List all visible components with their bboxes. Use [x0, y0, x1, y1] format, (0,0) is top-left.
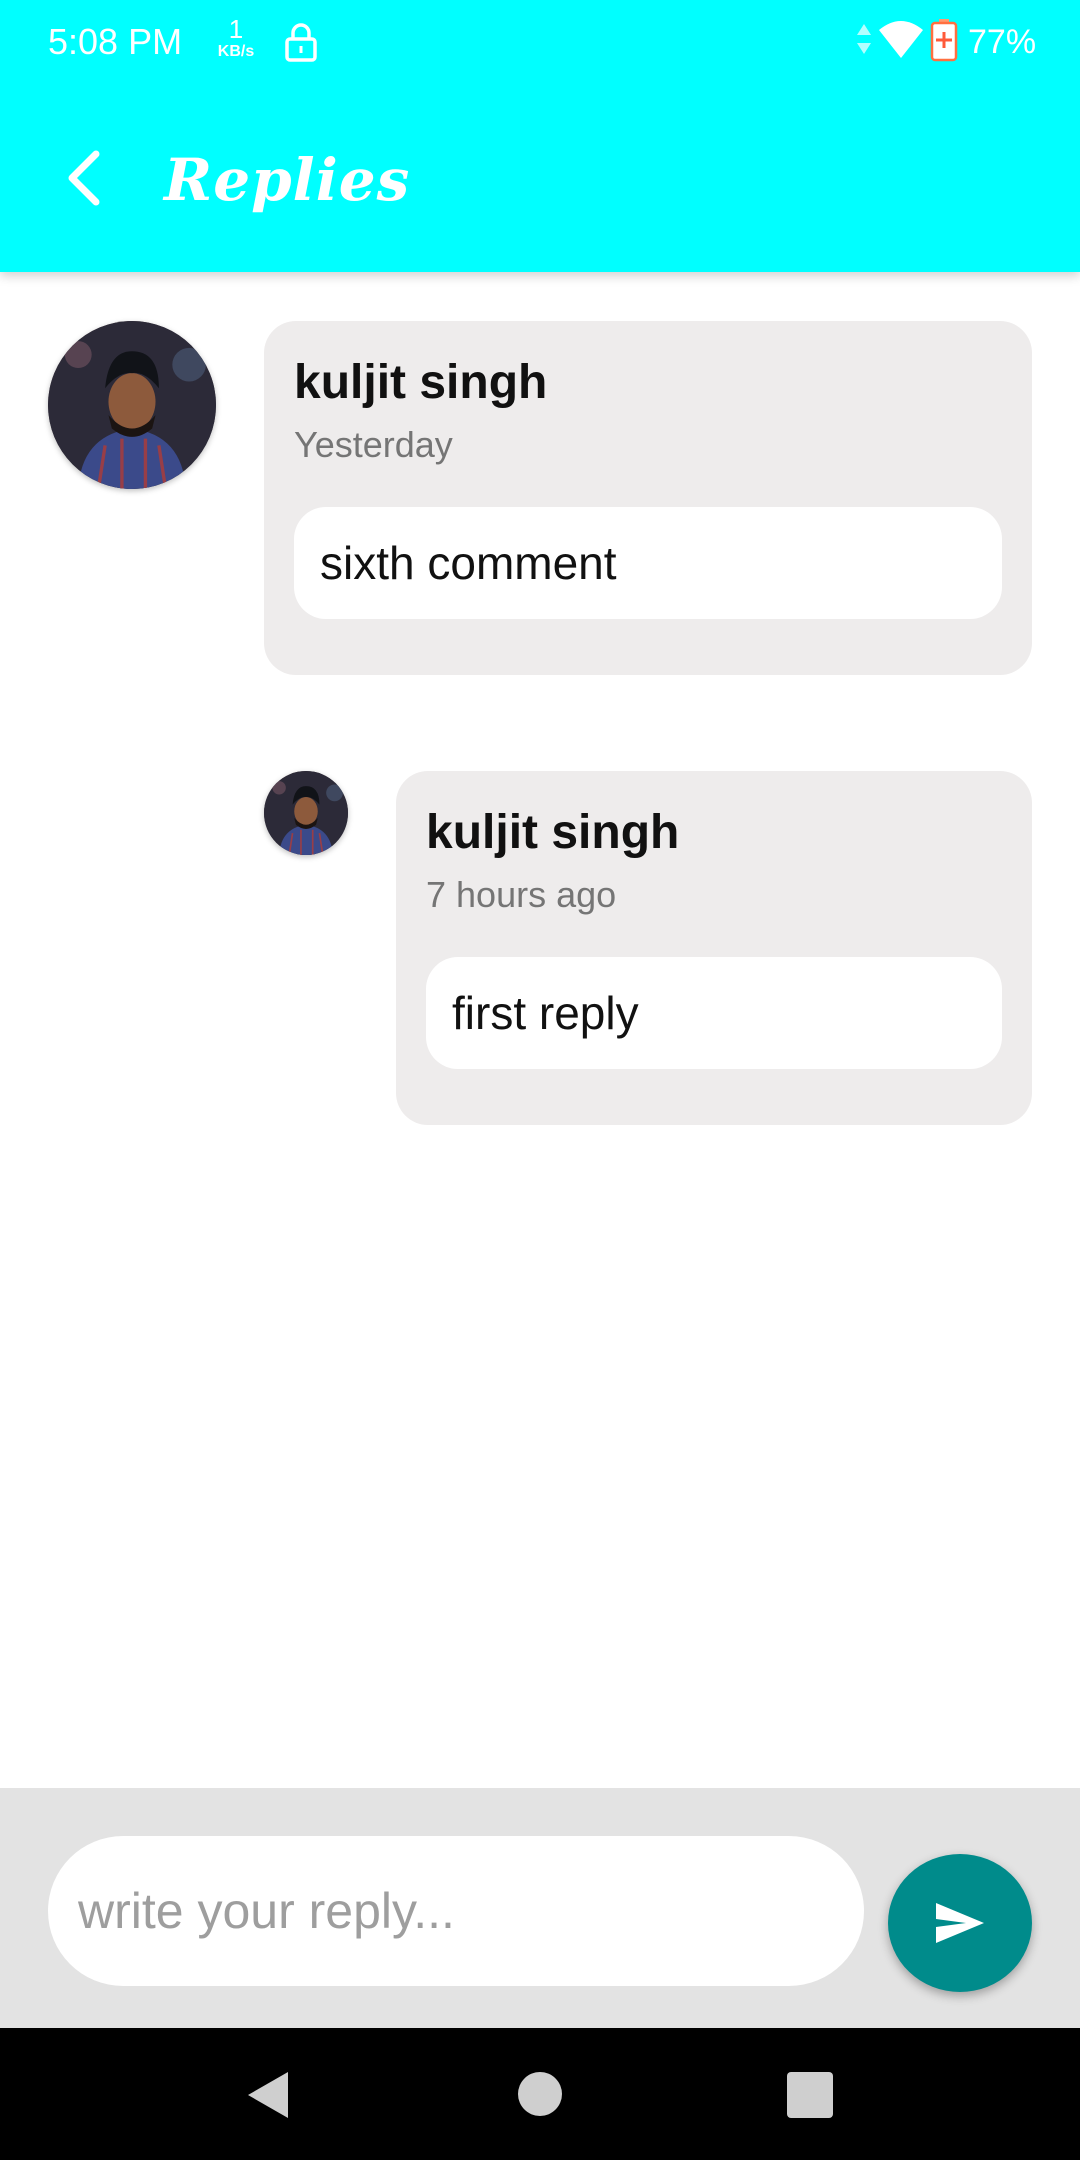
comment-author[interactable]: kuljit singh: [294, 355, 547, 411]
reply-composer: [0, 1788, 1080, 2028]
back-button[interactable]: [48, 130, 120, 226]
nav-recents-icon[interactable]: [787, 2072, 833, 2118]
nav-home-icon[interactable]: [518, 2072, 562, 2116]
send-button[interactable]: [888, 1854, 1032, 1992]
system-navigation-bar: [0, 2028, 1080, 2160]
nav-back-icon[interactable]: [244, 2070, 290, 2120]
app-header: 5:08 PM 1 KB/s 77% Replies: [0, 0, 1080, 272]
send-icon: [936, 1903, 984, 1943]
page-title: Replies: [164, 146, 411, 214]
wifi-icon: [878, 20, 924, 60]
network-speed-value: 1: [228, 14, 244, 44]
comment-card: kuljit singh Yesterday sixth comment: [264, 321, 1032, 675]
battery-charging-icon: [930, 18, 958, 62]
lock-icon: [284, 22, 318, 62]
reply-text: first reply: [426, 957, 1002, 1069]
comment-time: Yesterday: [294, 424, 453, 465]
reply-avatar[interactable]: [264, 771, 348, 855]
network-speed-unit: KB/s: [217, 43, 255, 60]
reply-author[interactable]: kuljit singh: [426, 805, 679, 861]
network-speed: 1 KB/s: [208, 16, 264, 60]
reply-time: 7 hours ago: [426, 874, 617, 915]
status-time: 5:08 PM: [48, 21, 183, 62]
battery-percentage: 77%: [968, 23, 1037, 61]
comment-text: sixth comment: [294, 507, 1002, 619]
reply-input[interactable]: [48, 1836, 864, 1986]
back-arrow-icon: [68, 150, 100, 206]
avatar[interactable]: [48, 321, 216, 489]
reply-card: kuljit singh 7 hours ago first reply: [396, 771, 1032, 1125]
data-activity-icon: [854, 22, 874, 56]
